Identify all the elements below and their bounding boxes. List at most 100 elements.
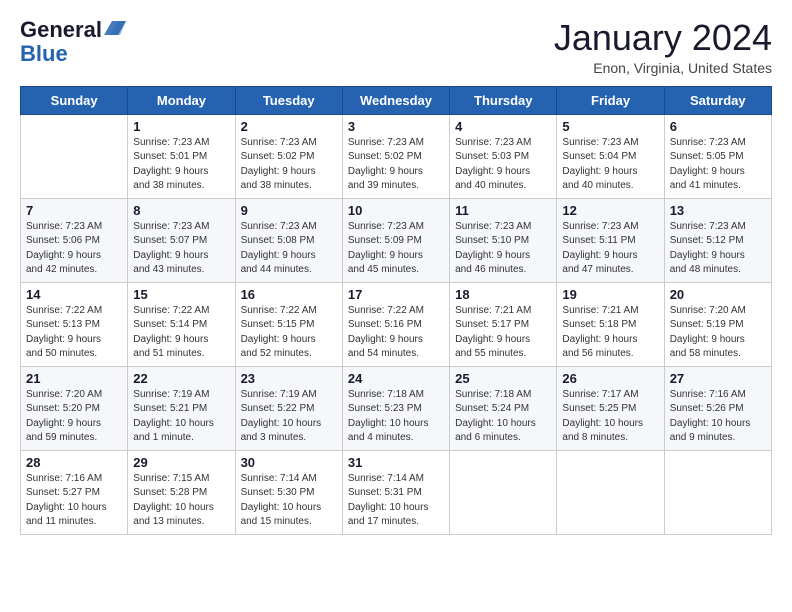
day-info: Sunrise: 7:19 AMSunset: 5:22 PMDaylight:… xyxy=(241,388,337,446)
day-number: 6 xyxy=(670,119,766,134)
day-info: Sunrise: 7:23 AMSunset: 5:02 PMDaylight:… xyxy=(241,136,337,194)
day-cell: 5 Sunrise: 7:23 AMSunset: 5:04 PMDaylight… xyxy=(557,114,664,198)
week-row-2: 7 Sunrise: 7:23 AMSunset: 5:06 PMDaylight… xyxy=(21,198,772,282)
day-cell: 30 Sunrise: 7:14 AMSunset: 5:30 PMDayligh… xyxy=(235,450,342,534)
logo: General Blue xyxy=(20,18,126,66)
day-number: 19 xyxy=(562,287,658,302)
day-info: Sunrise: 7:23 AMSunset: 5:04 PMDaylight:… xyxy=(562,136,658,194)
day-info: Sunrise: 7:18 AMSunset: 5:23 PMDaylight:… xyxy=(348,388,444,446)
day-cell: 23 Sunrise: 7:19 AMSunset: 5:22 PMDayligh… xyxy=(235,366,342,450)
location-text: Enon, Virginia, United States xyxy=(554,60,772,76)
day-number: 22 xyxy=(133,371,229,386)
day-cell: 15 Sunrise: 7:22 AMSunset: 5:14 PMDayligh… xyxy=(128,282,235,366)
column-header-friday: Friday xyxy=(557,86,664,114)
day-info: Sunrise: 7:15 AMSunset: 5:28 PMDaylight:… xyxy=(133,472,229,530)
day-cell: 19 Sunrise: 7:21 AMSunset: 5:18 PMDayligh… xyxy=(557,282,664,366)
day-info: Sunrise: 7:23 AMSunset: 5:06 PMDaylight:… xyxy=(26,220,122,278)
day-info: Sunrise: 7:16 AMSunset: 5:27 PMDaylight:… xyxy=(26,472,122,530)
day-info: Sunrise: 7:20 AMSunset: 5:20 PMDaylight:… xyxy=(26,388,122,446)
week-row-5: 28Sunrise: 7:16 AMSunset: 5:27 PMDayligh… xyxy=(21,450,772,534)
day-number: 5 xyxy=(562,119,658,134)
month-title: January 2024 xyxy=(554,18,772,58)
column-header-saturday: Saturday xyxy=(664,86,771,114)
day-cell: 10Sunrise: 7:23 AMSunset: 5:09 PMDayligh… xyxy=(342,198,449,282)
day-info: Sunrise: 7:23 AMSunset: 5:10 PMDaylight:… xyxy=(455,220,551,278)
day-cell: 6 Sunrise: 7:23 AMSunset: 5:05 PMDaylight… xyxy=(664,114,771,198)
day-number: 11 xyxy=(455,203,551,218)
day-number: 15 xyxy=(133,287,229,302)
day-cell: 21Sunrise: 7:20 AMSunset: 5:20 PMDayligh… xyxy=(21,366,128,450)
column-header-tuesday: Tuesday xyxy=(235,86,342,114)
day-cell: 12Sunrise: 7:23 AMSunset: 5:11 PMDayligh… xyxy=(557,198,664,282)
day-info: Sunrise: 7:23 AMSunset: 5:03 PMDaylight:… xyxy=(455,136,551,194)
day-info: Sunrise: 7:22 AMSunset: 5:13 PMDaylight:… xyxy=(26,304,122,362)
day-number: 30 xyxy=(241,455,337,470)
day-number: 4 xyxy=(455,119,551,134)
day-info: Sunrise: 7:23 AMSunset: 5:07 PMDaylight:… xyxy=(133,220,229,278)
day-cell: 3Sunrise: 7:23 AMSunset: 5:02 PMDaylight… xyxy=(342,114,449,198)
column-header-thursday: Thursday xyxy=(450,86,557,114)
day-cell: 24 Sunrise: 7:18 AMSunset: 5:23 PMDayligh… xyxy=(342,366,449,450)
day-number: 13 xyxy=(670,203,766,218)
day-number: 16 xyxy=(241,287,337,302)
logo-icon xyxy=(104,21,126,37)
day-cell: 4 Sunrise: 7:23 AMSunset: 5:03 PMDaylight… xyxy=(450,114,557,198)
day-number: 1 xyxy=(133,119,229,134)
day-cell: 16 Sunrise: 7:22 AMSunset: 5:15 PMDayligh… xyxy=(235,282,342,366)
day-number: 2 xyxy=(241,119,337,134)
day-number: 17 xyxy=(348,287,444,302)
calendar-page: General Blue January 2024 Enon, Virginia… xyxy=(0,0,792,612)
day-info: Sunrise: 7:14 AMSunset: 5:31 PMDaylight:… xyxy=(348,472,444,530)
day-cell: 2 Sunrise: 7:23 AMSunset: 5:02 PMDaylight… xyxy=(235,114,342,198)
week-row-1: 1Sunrise: 7:23 AMSunset: 5:01 PMDaylight… xyxy=(21,114,772,198)
day-number: 12 xyxy=(562,203,658,218)
day-number: 14 xyxy=(26,287,122,302)
day-cell: 26Sunrise: 7:17 AMSunset: 5:25 PMDayligh… xyxy=(557,366,664,450)
day-info: Sunrise: 7:21 AMSunset: 5:18 PMDaylight:… xyxy=(562,304,658,362)
day-info: Sunrise: 7:22 AMSunset: 5:14 PMDaylight:… xyxy=(133,304,229,362)
day-number: 7 xyxy=(26,203,122,218)
day-cell: 9 Sunrise: 7:23 AMSunset: 5:08 PMDaylight… xyxy=(235,198,342,282)
day-number: 29 xyxy=(133,455,229,470)
day-cell xyxy=(450,450,557,534)
day-info: Sunrise: 7:14 AMSunset: 5:30 PMDaylight:… xyxy=(241,472,337,530)
day-cell: 29 Sunrise: 7:15 AMSunset: 5:28 PMDayligh… xyxy=(128,450,235,534)
day-cell: 1Sunrise: 7:23 AMSunset: 5:01 PMDaylight… xyxy=(128,114,235,198)
day-cell: 14 Sunrise: 7:22 AMSunset: 5:13 PMDayligh… xyxy=(21,282,128,366)
day-info: Sunrise: 7:17 AMSunset: 5:25 PMDaylight:… xyxy=(562,388,658,446)
day-info: Sunrise: 7:23 AMSunset: 5:05 PMDaylight:… xyxy=(670,136,766,194)
day-cell: 8 Sunrise: 7:23 AMSunset: 5:07 PMDaylight… xyxy=(128,198,235,282)
logo-general: General xyxy=(20,18,102,42)
day-info: Sunrise: 7:23 AMSunset: 5:12 PMDaylight:… xyxy=(670,220,766,278)
day-number: 8 xyxy=(133,203,229,218)
day-info: Sunrise: 7:22 AMSunset: 5:16 PMDaylight:… xyxy=(348,304,444,362)
column-header-monday: Monday xyxy=(128,86,235,114)
week-row-3: 14 Sunrise: 7:22 AMSunset: 5:13 PMDayligh… xyxy=(21,282,772,366)
day-cell: 11 Sunrise: 7:23 AMSunset: 5:10 PMDayligh… xyxy=(450,198,557,282)
day-cell: 28Sunrise: 7:16 AMSunset: 5:27 PMDayligh… xyxy=(21,450,128,534)
logo-blue: Blue xyxy=(20,42,68,66)
day-info: Sunrise: 7:20 AMSunset: 5:19 PMDaylight:… xyxy=(670,304,766,362)
day-cell: 31 Sunrise: 7:14 AMSunset: 5:31 PMDayligh… xyxy=(342,450,449,534)
day-cell xyxy=(557,450,664,534)
day-info: Sunrise: 7:23 AMSunset: 5:08 PMDaylight:… xyxy=(241,220,337,278)
header: General Blue January 2024 Enon, Virginia… xyxy=(20,18,772,76)
day-number: 9 xyxy=(241,203,337,218)
day-info: Sunrise: 7:23 AMSunset: 5:09 PMDaylight:… xyxy=(348,220,444,278)
day-number: 23 xyxy=(241,371,337,386)
day-info: Sunrise: 7:23 AMSunset: 5:02 PMDaylight:… xyxy=(348,136,444,194)
day-info: Sunrise: 7:22 AMSunset: 5:15 PMDaylight:… xyxy=(241,304,337,362)
day-cell: 13 Sunrise: 7:23 AMSunset: 5:12 PMDayligh… xyxy=(664,198,771,282)
week-row-4: 21Sunrise: 7:20 AMSunset: 5:20 PMDayligh… xyxy=(21,366,772,450)
day-info: Sunrise: 7:16 AMSunset: 5:26 PMDaylight:… xyxy=(670,388,766,446)
day-number: 20 xyxy=(670,287,766,302)
day-info: Sunrise: 7:21 AMSunset: 5:17 PMDaylight:… xyxy=(455,304,551,362)
day-number: 31 xyxy=(348,455,444,470)
title-block: January 2024 Enon, Virginia, United Stat… xyxy=(554,18,772,76)
day-number: 24 xyxy=(348,371,444,386)
day-number: 25 xyxy=(455,371,551,386)
calendar-table: SundayMondayTuesdayWednesdayThursdayFrid… xyxy=(20,86,772,535)
day-cell: 25 Sunrise: 7:18 AMSunset: 5:24 PMDayligh… xyxy=(450,366,557,450)
column-header-wednesday: Wednesday xyxy=(342,86,449,114)
day-info: Sunrise: 7:18 AMSunset: 5:24 PMDaylight:… xyxy=(455,388,551,446)
